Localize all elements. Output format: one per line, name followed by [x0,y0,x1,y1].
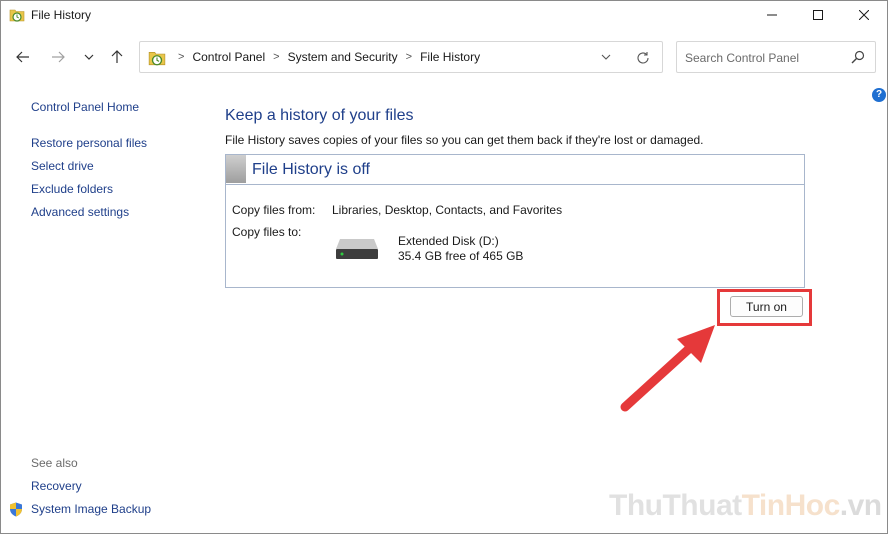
status-indicator [226,155,246,183]
sidebar-exclude-folders[interactable]: Exclude folders [31,182,113,196]
drive-free-space: 35.4 GB free of 465 GB [398,249,523,263]
close-button[interactable] [841,1,887,29]
breadcrumb-chevron-icon[interactable]: > [406,51,412,63]
breadcrumb-chevron-icon[interactable]: > [178,51,184,63]
sidebar-select-drive[interactable]: Select drive [31,159,94,173]
sidebar-restore-personal-files[interactable]: Restore personal files [31,136,147,150]
watermark-part3: .vn [840,489,882,522]
highlight-box [717,289,812,326]
status-panel-header: File History is off [226,155,804,185]
copy-to-label: Copy files to: [232,225,301,239]
chevron-down-icon [601,54,611,60]
page-description: File History saves copies of your files … [225,133,704,147]
drive-name: Extended Disk (D:) [398,234,499,248]
breadcrumb-file-history[interactable]: File History [420,50,480,64]
shield-icon [9,502,23,517]
watermark: ThuThuatTinHoc.vn [609,489,882,523]
forward-arrow-icon [51,51,65,63]
window-title: File History [31,8,91,22]
recent-dropdown-icon [84,54,94,60]
copy-from-label: Copy files from: [232,203,315,217]
address-history-button[interactable] [598,49,614,65]
annotation-arrow-icon [611,319,721,419]
search-input[interactable] [683,48,847,68]
breadcrumb-control-panel[interactable]: Control Panel [192,50,265,64]
file-history-window: File History [0,0,888,534]
maximize-icon [813,10,823,20]
watermark-part2: TinHoc [742,489,840,522]
search-icon[interactable] [851,50,865,64]
maximize-button[interactable] [795,1,841,29]
drive-icon [335,238,379,260]
breadcrumb: > Control Panel > System and Security > … [170,42,480,72]
page-title: Keep a history of your files [225,107,414,125]
breadcrumb-chevron-icon[interactable]: > [273,51,279,63]
back-button[interactable] [11,45,35,69]
file-history-icon [148,49,166,67]
sidebar-system-image-backup[interactable]: System Image Backup [31,502,151,516]
minimize-icon [767,10,777,20]
copy-from-value: Libraries, Desktop, Contacts, and Favori… [332,203,562,217]
watermark-part1: ThuThuat [609,489,742,522]
navigation-bar: > Control Panel > System and Security > … [1,35,887,79]
refresh-icon [636,51,650,65]
breadcrumb-system-and-security[interactable]: System and Security [288,50,398,64]
see-also-label: See also [31,456,78,470]
sidebar-advanced-settings[interactable]: Advanced settings [31,205,129,219]
up-arrow-icon [111,50,123,64]
status-title: File History is off [252,161,370,179]
sidebar-recovery[interactable]: Recovery [31,479,82,493]
search-box[interactable] [676,41,876,73]
file-history-icon [9,7,25,23]
sidebar-control-panel-home[interactable]: Control Panel Home [31,100,139,114]
recent-locations-button[interactable] [77,45,101,69]
help-icon[interactable]: ? [872,88,886,102]
address-bar[interactable]: > Control Panel > System and Security > … [139,41,663,73]
back-arrow-icon [16,51,30,63]
refresh-button[interactable] [634,49,652,67]
up-button[interactable] [105,45,129,69]
minimize-button[interactable] [749,1,795,29]
close-icon [859,10,869,20]
status-panel: File History is off Copy files from: Lib… [225,154,805,288]
title-bar[interactable]: File History [1,1,887,29]
forward-button[interactable] [46,45,70,69]
